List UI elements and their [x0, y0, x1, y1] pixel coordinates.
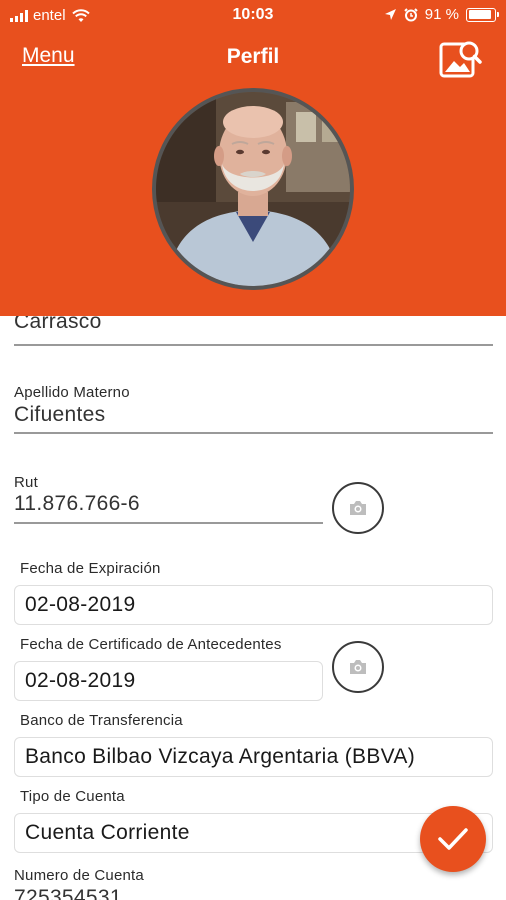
numero-cuenta-label: Numero de Cuenta [14, 867, 144, 884]
apellido-materno-underline [14, 432, 493, 434]
rut-underline [14, 522, 323, 524]
banco-label: Banco de Transferencia [20, 712, 183, 729]
apellido-materno-label: Apellido Materno [14, 384, 130, 401]
save-button[interactable] [420, 806, 486, 872]
change-photo-button[interactable] [438, 38, 482, 80]
page-title: Perfil [226, 45, 280, 68]
rut-label: Rut [14, 474, 38, 491]
rut-input[interactable]: 11.876.766-6 [14, 492, 140, 516]
profile-header [0, 88, 506, 316]
profile-form: Carrasco Apellido Materno Cifuentes Rut … [0, 316, 506, 900]
banco-select[interactable]: Banco Bilbao Vizcaya Argentaria (BBVA) [14, 737, 493, 777]
fecha-expiracion-label: Fecha de Expiración [20, 560, 161, 577]
alarm-icon [404, 7, 418, 21]
apellido-paterno-input[interactable]: Carrasco [14, 316, 102, 334]
numero-cuenta-input[interactable]: 725354531 [14, 886, 122, 900]
status-right: 91 % [384, 6, 499, 23]
fecha-expiracion-input[interactable]: 02-08-2019 [14, 585, 493, 625]
camera-icon [350, 501, 366, 515]
fecha-certificado-label: Fecha de Certificado de Antecedentes [20, 636, 282, 653]
apellido-paterno-underline [14, 344, 493, 346]
status-bar: entel 10:03 91 % [0, 0, 506, 30]
location-icon [384, 9, 396, 20]
fecha-certificado-input[interactable]: 02-08-2019 [14, 661, 323, 701]
profile-photo [156, 92, 350, 286]
battery-level [468, 10, 492, 19]
nav-bar: Menu Perfil [0, 30, 506, 88]
rut-photo-button[interactable] [332, 482, 384, 534]
apellido-materno-input[interactable]: Cifuentes [14, 403, 105, 427]
check-icon [438, 828, 468, 850]
battery-icon [466, 7, 499, 22]
camera-icon [350, 660, 366, 674]
image-search-icon [439, 41, 482, 78]
tipo-cuenta-label: Tipo de Cuenta [20, 788, 125, 805]
certificado-photo-button[interactable] [332, 641, 384, 693]
battery-percent: 91 % [424, 6, 459, 23]
avatar[interactable] [152, 88, 354, 290]
